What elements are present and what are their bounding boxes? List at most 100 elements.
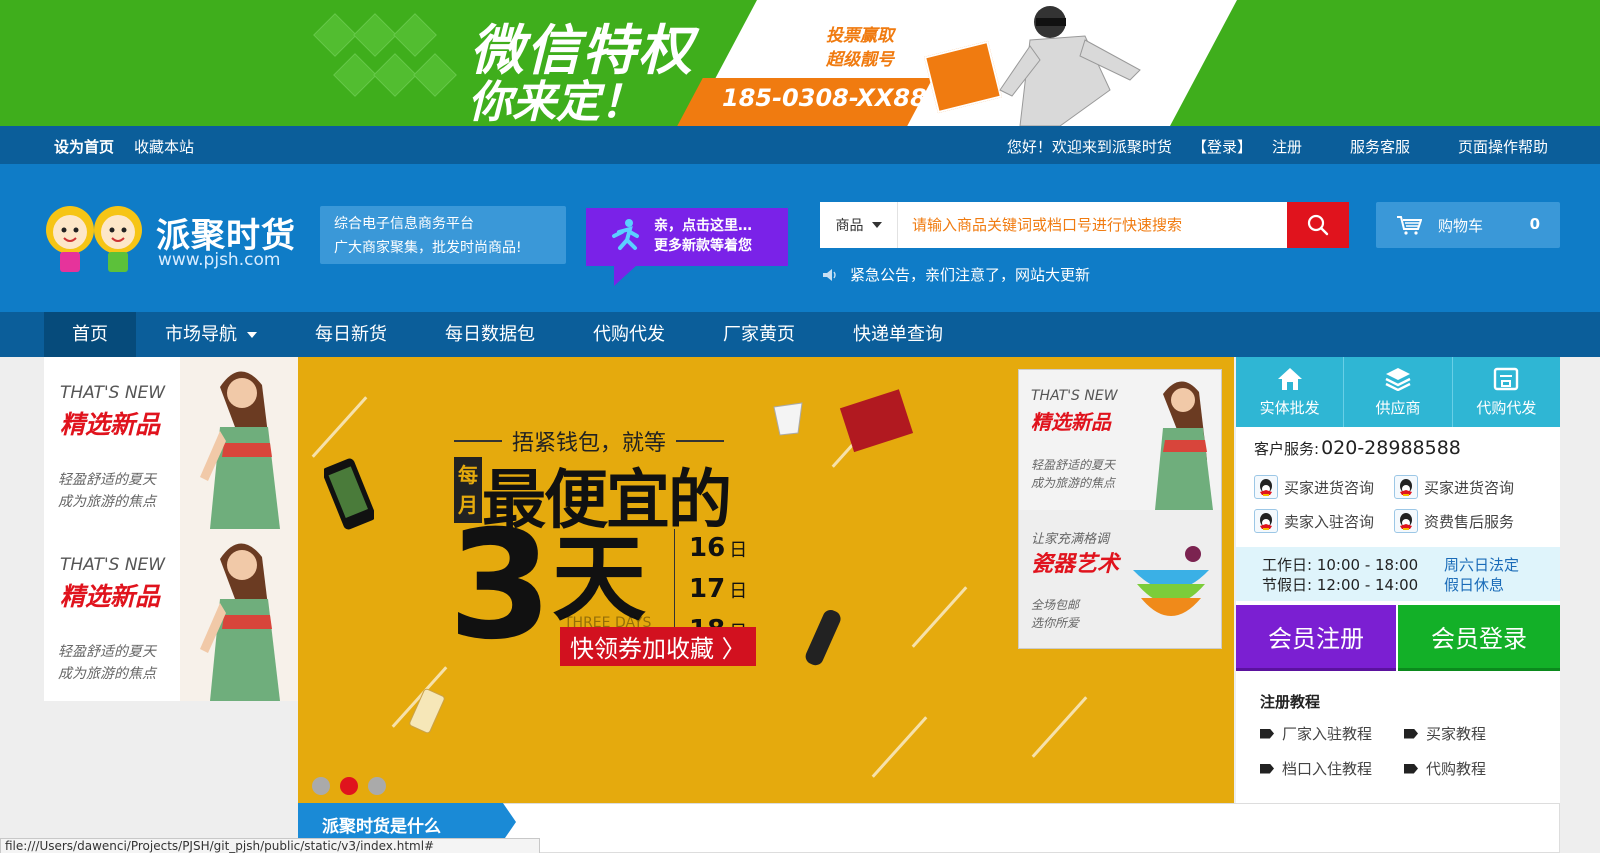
nav-item-home[interactable]: 首页 bbox=[44, 312, 136, 357]
inner-ad-fashion[interactable]: THAT'S NEW 精选新品 轻盈舒适的夏天 成为旅游的焦点 bbox=[1019, 370, 1221, 510]
tab-wholesale[interactable]: 实体批发 bbox=[1236, 357, 1345, 427]
ad-cn-title: 精选新品 bbox=[60, 410, 161, 439]
qq-penguin-icon bbox=[1254, 475, 1278, 499]
decor-streak bbox=[911, 586, 968, 648]
hero-carousel[interactable]: 捂紧钱包，就等 每月 最便宜的 3 天 THREE DAYS 16日 17日 1… bbox=[298, 357, 1234, 803]
top-links-bar: 设为首页 收藏本站 您好！欢迎来到派聚时货 【登录】 注册 服务客服 页面操作帮… bbox=[0, 126, 1600, 164]
decor-streak bbox=[871, 716, 928, 778]
qq-contact-seller[interactable]: 卖家入驻咨询 bbox=[1254, 509, 1394, 533]
carousel-day-word: 天 bbox=[552, 525, 647, 634]
phone-product-icon bbox=[324, 458, 374, 530]
tutorial-link-buyer[interactable]: 买家教程 bbox=[1404, 723, 1548, 744]
qq-penguin-icon bbox=[1394, 475, 1418, 499]
cart-label: 购物车 bbox=[1438, 216, 1484, 235]
qq-contact-buyer-2[interactable]: 买家进货咨询 bbox=[1394, 475, 1544, 499]
carousel-big-number: 3 bbox=[448, 499, 553, 673]
search-input[interactable] bbox=[898, 202, 1348, 248]
speaker-icon bbox=[823, 268, 836, 281]
tab-dropship[interactable]: 代购代发 bbox=[1453, 357, 1560, 427]
carousel-side-ads: THAT'S NEW 精选新品 轻盈舒适的夏天 成为旅游的焦点 让家充满格调 瓷… bbox=[1018, 369, 1222, 649]
set-homepage-link[interactable]: 设为首页 bbox=[54, 136, 114, 157]
ad-subtitle: 轻盈舒适的夏天 成为旅游的焦点 bbox=[58, 644, 156, 682]
layers-icon bbox=[1385, 367, 1411, 391]
model-photo-icon bbox=[180, 529, 298, 701]
main-nav: 首页 市场导航 每日新货 每日数据包 代购代发 厂家黄页 快递单查询 bbox=[0, 312, 1600, 357]
customer-service-link[interactable]: 服务客服 bbox=[1350, 136, 1410, 157]
bookmark-link[interactable]: 收藏本站 bbox=[134, 136, 194, 157]
nav-item-express-query[interactable]: 快递单查询 bbox=[824, 312, 972, 357]
login-link[interactable]: 【登录】 bbox=[1192, 136, 1252, 157]
service-phone: 客户服务: 020-28988588 bbox=[1254, 437, 1461, 459]
tag-icon bbox=[1260, 763, 1274, 774]
ad-cn-title: 精选新品 bbox=[60, 582, 161, 611]
carousel-dot-1[interactable] bbox=[312, 777, 330, 795]
ad-cn-title: 精选新品 bbox=[1031, 410, 1111, 434]
bowls-icon bbox=[1133, 546, 1209, 616]
tag-icon bbox=[1404, 728, 1418, 739]
slogan-box: 综合电子信息商务平台 广大商家聚集，批发时尚商品! bbox=[320, 206, 566, 264]
ad-subtitle: 全场包邮 选你所爱 bbox=[1031, 598, 1080, 630]
nav-item-daily-new[interactable]: 每日新货 bbox=[286, 312, 416, 357]
cart-count: 0 bbox=[1529, 215, 1540, 233]
search-icon bbox=[1307, 214, 1329, 236]
bubble-line1: 亲，点击这里… bbox=[654, 218, 752, 234]
new-arrivals-bubble[interactable]: 亲，点击这里… 更多新款等着您 bbox=[586, 208, 788, 286]
qq-penguin-icon bbox=[1394, 509, 1418, 533]
tag-icon bbox=[1260, 728, 1274, 739]
left-ad-1[interactable]: THAT'S NEW 精选新品 轻盈舒适的夏天 成为旅游的焦点 bbox=[44, 357, 298, 529]
tab-supplier[interactable]: 供应商 bbox=[1344, 357, 1453, 427]
ad-subtitle: 轻盈舒适的夏天 成为旅游的焦点 bbox=[1031, 458, 1116, 490]
carousel-dot-2[interactable] bbox=[340, 777, 358, 795]
member-register-button[interactable]: 会员注册 bbox=[1236, 605, 1396, 671]
dropdown-arrow-icon bbox=[247, 331, 257, 338]
ad-en-text: THAT'S NEW bbox=[60, 383, 166, 403]
left-ad-2[interactable]: THAT'S NEW 精选新品 轻盈舒适的夏天 成为旅游的焦点 bbox=[44, 529, 298, 701]
tutorial-link-stall[interactable]: 档口入住教程 bbox=[1260, 758, 1404, 779]
hours-note-1: 周六日法定 bbox=[1444, 556, 1520, 574]
bubble-line2: 更多新款等着您 bbox=[654, 238, 752, 254]
ad-top-text: 让家充满格调 bbox=[1031, 532, 1110, 547]
cart-button[interactable]: 购物车 0 bbox=[1376, 202, 1560, 248]
search-category-select[interactable]: 商品 bbox=[820, 202, 898, 248]
carousel-dots bbox=[312, 777, 386, 795]
search-button[interactable] bbox=[1287, 202, 1349, 248]
nav-item-market[interactable]: 市场导航 bbox=[136, 312, 286, 357]
ad-en-text: THAT'S NEW bbox=[1031, 388, 1118, 404]
pattern-icon bbox=[313, 13, 457, 97]
nav-item-dropship[interactable]: 代购代发 bbox=[564, 312, 694, 357]
decor-streak bbox=[1031, 696, 1088, 758]
qq-contact-after-sales[interactable]: 资费售后服务 bbox=[1394, 509, 1544, 533]
help-link[interactable]: 页面操作帮助 bbox=[1458, 136, 1548, 157]
tutorial-link-dropship[interactable]: 代购教程 bbox=[1404, 758, 1548, 779]
ad-cn-title: 瓷器艺术 bbox=[1031, 552, 1120, 577]
tag-icon bbox=[1404, 763, 1418, 774]
shaver-product-icon bbox=[805, 610, 841, 666]
tutorial-title: 注册教程 bbox=[1260, 693, 1321, 711]
search-box: 商品 bbox=[820, 202, 1348, 248]
service-hours: 工作日: 10:00 - 18:00 节假日: 12:00 - 14:00 周六… bbox=[1236, 547, 1560, 601]
inner-ad-ceramics[interactable]: 让家充满格调 瓷器艺术 全场包邮 选你所爱 bbox=[1019, 510, 1221, 648]
ad-subtitle: 轻盈舒适的夏天 成为旅游的焦点 bbox=[58, 472, 156, 510]
cup-product-icon bbox=[773, 402, 803, 436]
decor-streak bbox=[311, 396, 368, 458]
running-man-icon bbox=[612, 219, 639, 250]
coupon-button[interactable]: 快领券加收藏 〉 bbox=[560, 627, 756, 666]
banner-phone: 185-0308-XX88 bbox=[722, 84, 927, 112]
qq-contact-buyer-1[interactable]: 买家进货咨询 bbox=[1254, 475, 1394, 499]
cart-icon bbox=[1397, 216, 1422, 235]
top-ad-banner[interactable]: 微信特权 你来定！ 投票赢取 超级靓号 185-0308-XX88 bbox=[0, 0, 1600, 126]
nav-item-data-pack[interactable]: 每日数据包 bbox=[416, 312, 564, 357]
home-icon bbox=[1277, 367, 1302, 390]
site-logo[interactable]: 派聚时货 www.pjsh.com bbox=[44, 200, 306, 272]
carousel-dot-3[interactable] bbox=[368, 777, 386, 795]
member-login-button[interactable]: 会员登录 bbox=[1398, 605, 1560, 671]
tutorial-link-factory[interactable]: 厂家入驻教程 bbox=[1260, 723, 1404, 744]
section-tab-about[interactable]: 派聚时货是什么 bbox=[298, 803, 516, 841]
register-link[interactable]: 注册 bbox=[1272, 136, 1302, 157]
banner-promo: 投票赢取 超级靓号 bbox=[826, 26, 894, 70]
nav-item-yellow-pages[interactable]: 厂家黄页 bbox=[694, 312, 824, 357]
service-panel: 实体批发 供应商 代购代发 客户服务:020-28988588 买家进货咨询 bbox=[1236, 357, 1560, 803]
announcement[interactable]: 紧急公告，亲们注意了，网站大更新 bbox=[822, 264, 1090, 285]
hours-note-2: 假日休息 bbox=[1444, 576, 1505, 594]
model-photo-icon bbox=[1155, 381, 1213, 510]
